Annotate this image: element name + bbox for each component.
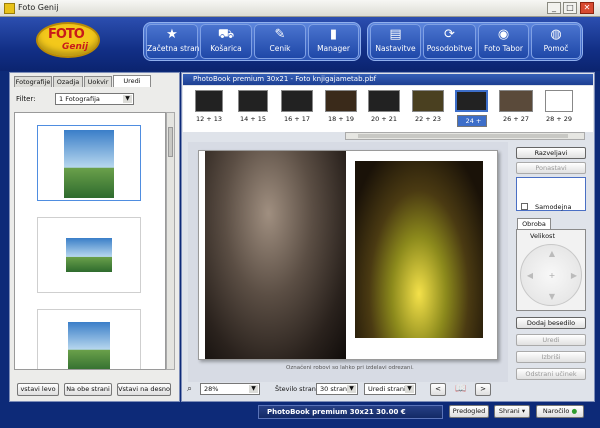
star-icon: ★ — [166, 27, 178, 42]
tab-ozadja[interactable]: Ozadja — [53, 76, 83, 87]
chevron-down-icon: ▾ — [521, 407, 526, 415]
dodaj-besedilo-button[interactable]: Dodaj besedilo — [516, 317, 586, 329]
arrow-up-icon[interactable]: ▲ — [546, 248, 558, 260]
nav-posodobitve[interactable]: ⟳ Posodobitve — [423, 24, 476, 59]
thumbnail-scrollbar[interactable] — [166, 112, 175, 370]
cut-hint: Označeni robovi so lahko pri izdelavi od… — [286, 365, 414, 371]
cart-icon: ⛟ — [217, 27, 235, 42]
minimize-button[interactable]: _ — [547, 2, 561, 14]
zoom-select[interactable]: 28% ▼ — [200, 383, 260, 395]
window-title: Foto Genij — [18, 3, 59, 12]
prev-spread-button[interactable]: < — [430, 383, 446, 396]
spread-thumbnail[interactable] — [195, 90, 223, 112]
spread-label: 18 + 19 — [327, 115, 355, 123]
spread-thumbnail[interactable] — [545, 90, 573, 112]
tab-uredi[interactable]: Uredi — [113, 75, 151, 87]
narocilo-button[interactable]: Naročilo ● — [536, 405, 584, 418]
price-display: PhotoBook premium 30x21 30.00 € — [258, 405, 443, 419]
na-obe-strani-button[interactable]: Na obe strani — [64, 383, 112, 396]
photo-thumbnail[interactable] — [37, 309, 141, 369]
spread-label: 22 + 23 — [414, 115, 442, 123]
project-title: PhotoBook premium 30x21 - Foto knjigajam… — [183, 74, 593, 85]
uredi-button[interactable]: Uredi — [516, 334, 586, 346]
odstrani-ucinek-button[interactable]: Odstrani učinek — [516, 368, 586, 380]
left-page-photo[interactable] — [205, 151, 346, 359]
nav-nastavitve[interactable]: ▤ Nastavitve — [370, 24, 421, 59]
spread-thumbnail[interactable] — [368, 90, 400, 112]
nav-cenik[interactable]: ✎ Cenik — [254, 24, 306, 59]
plus-icon[interactable]: + — [546, 270, 558, 282]
spread-strip: 12 + 13 14 + 15 16 + 17 18 + 19 20 + 21 … — [183, 86, 593, 135]
zoom-icon: ⌕ — [187, 384, 193, 394]
arrow-down-icon[interactable]: ▼ — [546, 291, 558, 303]
title-bar: Foto Genij _ □ ✕ — [0, 0, 600, 17]
maximize-button[interactable]: □ — [563, 2, 577, 14]
next-spread-button[interactable]: > — [475, 383, 491, 396]
go-arrow-icon: ● — [571, 407, 578, 415]
spread-label: 28 + 29 — [545, 115, 573, 123]
razveljavi-button[interactable]: Razveljavi — [516, 147, 586, 159]
stevilo-strani-label: Število strani: — [275, 385, 320, 393]
nav-foto-tabor[interactable]: ◉ Foto Tabor — [478, 24, 529, 59]
samodejna-checkbox[interactable] — [521, 203, 528, 210]
samodejna-panel[interactable]: Samodejna — [516, 177, 586, 211]
spread-thumbnail[interactable] — [325, 90, 357, 112]
app-icon — [4, 3, 15, 14]
book-icon: 📖 — [455, 384, 467, 394]
spread-label: 16 + 17 — [283, 115, 311, 123]
spread-label: 12 + 13 — [195, 115, 223, 123]
velikost-label: Velikost — [530, 232, 555, 240]
spread-scrollbar[interactable] — [345, 132, 585, 140]
size-dial[interactable]: ▲ ▼ ◀ ▶ + — [520, 244, 582, 306]
spread-thumbnail[interactable] — [281, 90, 313, 112]
vstavi-na-desno-button[interactable]: Vstavi na desno — [117, 383, 171, 396]
spread-label: 20 + 21 — [370, 115, 398, 123]
help-icon: ◍ — [550, 27, 562, 42]
tab-uokvir[interactable]: Uokvir — [84, 76, 112, 87]
globe-icon: ◉ — [497, 27, 510, 42]
ponastavi-button[interactable]: Ponastavi — [516, 162, 586, 174]
landscape-image — [66, 238, 112, 272]
nav-pomoc[interactable]: ◍ Pomoč — [531, 24, 581, 59]
uredi-strani-select[interactable]: Uredi strani ▼ — [364, 383, 416, 395]
settings-icon: ▤ — [389, 27, 402, 42]
chevron-down-icon: ▼ — [123, 95, 132, 103]
nav-manager[interactable]: ▮ Manager — [308, 24, 359, 59]
trash-icon: ▮ — [329, 27, 338, 42]
right-page-photo[interactable] — [355, 161, 483, 338]
photo-thumbnail-list[interactable] — [14, 112, 166, 370]
tab-fotografije[interactable]: Fotografije — [14, 76, 52, 87]
chevron-down-icon: ▼ — [405, 385, 414, 393]
filter-select[interactable]: 1 Fotografija ▼ — [55, 93, 134, 105]
izbrisi-button[interactable]: Izbriši — [516, 351, 586, 363]
predogled-button[interactable]: Predogled — [449, 405, 489, 418]
spread-thumbnail[interactable] — [412, 90, 444, 112]
landscape-image — [64, 130, 114, 198]
arrow-left-icon[interactable]: ◀ — [524, 270, 536, 282]
spread-label: 26 + 27 — [502, 115, 530, 123]
page-count-select[interactable]: 30 strani ▼ — [316, 383, 358, 395]
photo-thumbnail[interactable] — [37, 125, 141, 201]
spread-label-selected: 24 + 25 — [457, 115, 487, 135]
filter-label: Filter: — [16, 95, 36, 103]
close-button[interactable]: ✕ — [580, 2, 594, 14]
landscape-image — [68, 322, 110, 369]
nav-zacetna-stran[interactable]: ★ Začetna stran — [146, 24, 199, 59]
photo-thumbnail[interactable] — [37, 217, 141, 293]
update-icon: ⟳ — [444, 27, 455, 42]
nav-kosarica[interactable]: ⛟ Košarica — [200, 24, 252, 59]
shrani-button[interactable]: Shrani ▾ — [494, 405, 530, 418]
price-tags-icon: ✎ — [274, 27, 286, 42]
spread-thumbnail-selected[interactable] — [455, 90, 488, 112]
spread-label: 14 + 15 — [239, 115, 267, 123]
arrow-right-icon[interactable]: ▶ — [568, 270, 580, 282]
spread-thumbnail[interactable] — [238, 90, 268, 112]
vstavi-levo-button[interactable]: vstavi levo — [17, 383, 59, 396]
chevron-down-icon: ▼ — [249, 385, 258, 393]
chevron-down-icon: ▼ — [347, 385, 356, 393]
foto-genij-logo: FOTO Genij — [36, 22, 100, 58]
spread-thumbnail[interactable] — [499, 90, 533, 112]
